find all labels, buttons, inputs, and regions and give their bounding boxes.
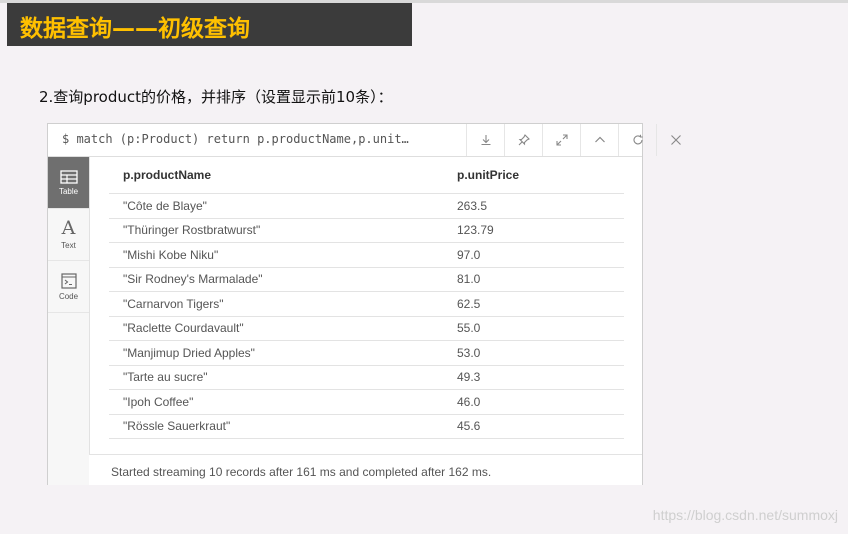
unit-price-cell: 46.0 <box>443 389 624 415</box>
tab-code[interactable]: Code <box>48 261 89 313</box>
product-name-cell: "Carnarvon Tigers" <box>109 291 443 317</box>
view-sidebar: Table A Text Code <box>48 157 90 485</box>
slide-subtitle: 2.查询product的价格，并排序（设置显示前10条）： <box>39 88 393 106</box>
watermark: https://blog.csdn.net/summoxj <box>652 507 838 523</box>
table-row: "Mishi Kobe Niku" 97.0 <box>109 242 624 268</box>
download-icon[interactable] <box>466 124 504 156</box>
unit-price-cell: 49.3 <box>443 365 624 390</box>
unit-price-cell: 45.6 <box>443 414 624 439</box>
rerun-icon[interactable] <box>618 124 656 156</box>
product-name-cell: "Thüringer Rostbratwurst" <box>109 218 443 243</box>
table-row: "Carnarvon Tigers" 62.5 <box>109 291 624 317</box>
product-name-cell: "Ipoh Coffee" <box>109 389 443 415</box>
status-bar: Started streaming 10 records after 161 m… <box>89 454 642 485</box>
table-row: "Raclette Courdavault" 55.0 <box>109 316 624 341</box>
close-icon[interactable] <box>656 124 694 156</box>
table-row: "Rössle Sauerkraut" 45.6 <box>109 414 624 439</box>
slide-title: 数据查询——初级查询 <box>20 16 250 42</box>
column-header: p.unitPrice <box>443 157 624 194</box>
table-icon <box>59 169 78 184</box>
product-name-cell: "Manjimup Dried Apples" <box>109 340 443 366</box>
text-icon: A <box>61 217 76 239</box>
product-name-cell: "Raclette Courdavault" <box>109 316 443 341</box>
product-name-cell: "Tarte au sucre" <box>109 365 443 390</box>
command-text[interactable]: $ match (p:Product) return p.productName… <box>62 132 414 146</box>
product-name-cell: "Sir Rodney's Marmalade" <box>109 267 443 292</box>
title-banner: 数据查询——初级查询 <box>7 3 412 46</box>
tab-table-label: Table <box>58 186 79 196</box>
unit-price-cell: 263.5 <box>443 193 624 219</box>
result-table: p.productName p.unitPrice "Côte de Blaye… <box>109 157 624 439</box>
unit-price-cell: 81.0 <box>443 267 624 292</box>
product-name-cell: "Côte de Blaye" <box>109 193 443 219</box>
table-row: "Sir Rodney's Marmalade" 81.0 <box>109 267 624 292</box>
table-header-row: p.productName p.unitPrice <box>109 157 624 194</box>
unit-price-cell: 55.0 <box>443 316 624 341</box>
command-bar: $ match (p:Product) return p.productName… <box>48 124 681 157</box>
tab-code-label: Code <box>58 291 79 301</box>
column-header: p.productName <box>109 157 443 194</box>
unit-price-cell: 53.0 <box>443 340 624 366</box>
unit-price-cell: 123.79 <box>443 218 624 243</box>
tab-table[interactable]: Table <box>48 157 89 209</box>
status-text: Started streaming 10 records after 161 m… <box>111 465 492 479</box>
table-row: "Manjimup Dried Apples" 53.0 <box>109 340 624 366</box>
tab-text-label: Text <box>61 241 76 250</box>
expand-icon[interactable] <box>542 124 580 156</box>
table-row: "Ipoh Coffee" 46.0 <box>109 389 624 415</box>
unit-price-cell: 62.5 <box>443 291 624 317</box>
table-row: "Thüringer Rostbratwurst" 123.79 <box>109 218 624 243</box>
code-icon <box>60 272 77 289</box>
pin-icon[interactable] <box>504 124 542 156</box>
frame-toolbar <box>466 124 694 156</box>
table-row: "Tarte au sucre" 49.3 <box>109 365 624 390</box>
result-frame: $ match (p:Product) return p.productName… <box>47 123 681 485</box>
unit-price-cell: 97.0 <box>443 242 624 268</box>
product-name-cell: "Mishi Kobe Niku" <box>109 242 443 268</box>
result-table-area: p.productName p.unitPrice "Côte de Blaye… <box>109 157 624 439</box>
collapse-up-icon[interactable] <box>580 124 618 156</box>
tab-text[interactable]: A Text <box>48 209 89 261</box>
product-name-cell: "Rössle Sauerkraut" <box>109 414 443 439</box>
table-row: "Côte de Blaye" 263.5 <box>109 193 624 219</box>
